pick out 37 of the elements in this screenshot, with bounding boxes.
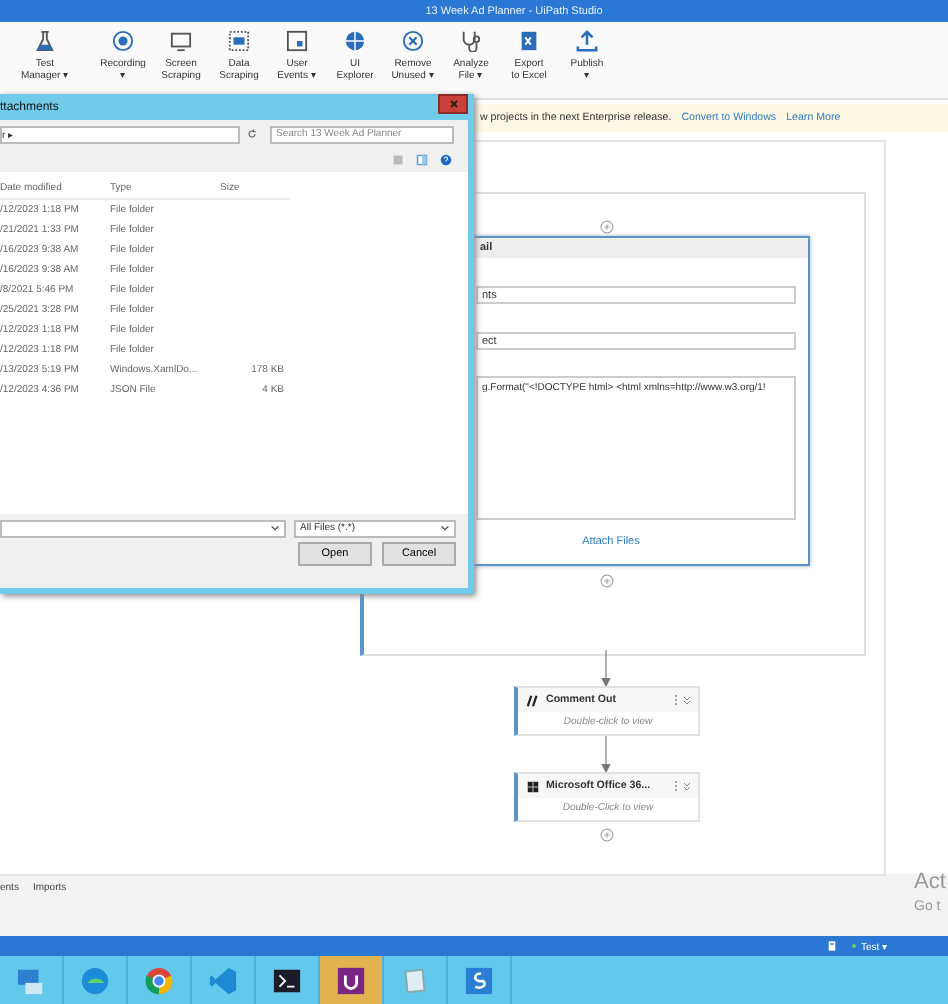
code-editor-icon [208, 965, 238, 995]
chevron-down-icon [270, 524, 280, 532]
globe-icon [344, 30, 366, 52]
app-icon [336, 965, 366, 995]
file-name-field[interactable] [0, 519, 286, 537]
remove-icon [402, 30, 424, 52]
terminal-icon [272, 965, 302, 995]
connector-arrow [600, 650, 612, 688]
document-icon[interactable] [828, 940, 837, 952]
upload-icon [576, 30, 598, 52]
help-icon[interactable] [440, 154, 452, 166]
close-button[interactable] [438, 94, 468, 114]
add-icon[interactable] [600, 220, 614, 234]
monitor-icon [170, 30, 192, 52]
add-icon[interactable] [600, 574, 614, 588]
view-icon[interactable] [392, 154, 404, 166]
computer-icon [16, 965, 46, 995]
connector-arrow [600, 736, 612, 774]
slashes-icon [526, 693, 540, 707]
close-icon [447, 98, 459, 110]
app-icon [464, 965, 494, 995]
notepad-icon [400, 965, 430, 995]
browser-icon [80, 965, 110, 995]
add-icon[interactable] [600, 828, 614, 842]
table-icon [228, 30, 250, 52]
browser-icon [144, 965, 174, 995]
record-icon [112, 30, 134, 52]
window-icon [286, 30, 308, 52]
spreadsheet-icon [518, 30, 540, 52]
flask-icon [34, 30, 56, 52]
refresh-icon[interactable] [246, 128, 258, 140]
pane-icon[interactable] [416, 154, 428, 166]
taskbar-button[interactable] [320, 956, 384, 1004]
activation-text: Act [914, 870, 946, 894]
stethoscope-icon [460, 30, 482, 52]
chevron-down-icon [440, 524, 450, 532]
squares-icon [526, 779, 540, 793]
